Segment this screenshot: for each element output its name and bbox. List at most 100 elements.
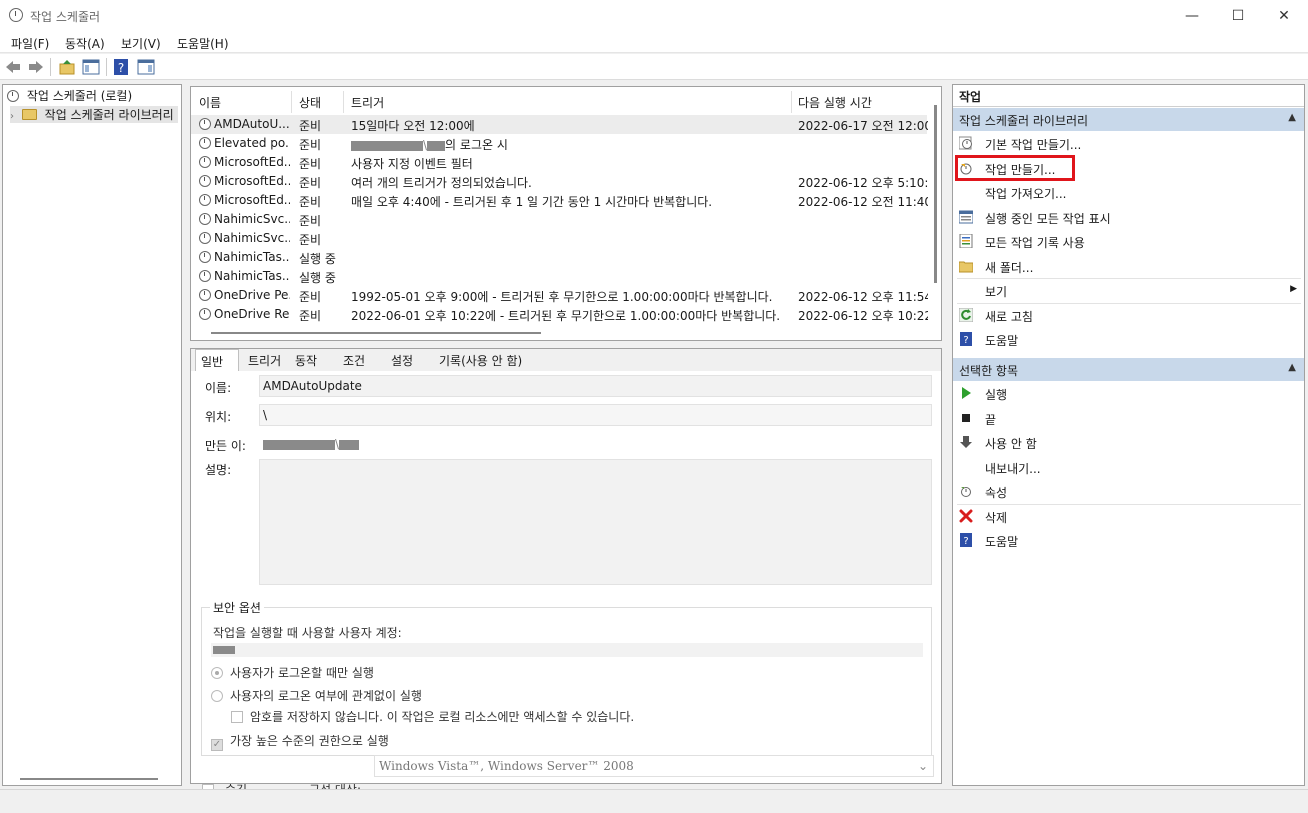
table-row[interactable]: MicrosoftEd... 준비 여러 개의 트리거가 정의되었습니다. 2022-… <box>191 172 928 191</box>
action-properties[interactable]: 속성 <box>957 481 1301 503</box>
close-button[interactable]: ✕ <box>1261 0 1307 31</box>
section-header-library[interactable]: 작업 스케줄러 라이브러리 ▲ <box>953 108 1304 131</box>
show-hide-console-tree-icon[interactable] <box>82 58 100 76</box>
radio-logon-any[interactable]: 사용자의 로그온 여부에 관계없이 실행 <box>211 687 422 704</box>
col-header-next-run[interactable]: 다음 실행 시간 <box>798 94 872 111</box>
collapse-triangle-icon[interactable]: ▲ <box>1288 112 1296 123</box>
tab-settings[interactable]: 설정 <box>391 352 413 371</box>
action-disable[interactable]: 사용 안 함 <box>957 432 1301 454</box>
action-item-3[interactable]: 내보내기... <box>957 457 1301 479</box>
folder-up-icon[interactable] <box>58 58 76 76</box>
tree-library-item[interactable]: › 작업 스케줄러 라이브러리 <box>10 106 178 123</box>
task-clock-icon <box>199 175 211 187</box>
action-basic-task[interactable]: 기본 작업 만들기... <box>957 133 1301 155</box>
minimize-button[interactable]: — <box>1169 0 1215 31</box>
menu-help[interactable]: 도움말(H) <box>177 35 229 52</box>
tree-root-item[interactable]: 작업 스케줄러 (로컬) <box>7 87 132 104</box>
help-toolbar-icon[interactable]: ? <box>112 58 130 76</box>
collapse-triangle-icon[interactable]: ▲ <box>1288 362 1296 373</box>
table-row[interactable]: AMDAutoU... 준비 15일마다 오전 12:00에 2022-06-17 오… <box>191 115 928 134</box>
action-run[interactable]: 실행 <box>957 383 1301 405</box>
refresh-icon <box>958 307 974 322</box>
show-hide-action-pane-icon[interactable] <box>137 58 155 76</box>
action-stop[interactable]: 끝 <box>957 408 1301 430</box>
table-row[interactable]: NahimicTas... 실행 중 <box>191 267 927 286</box>
table-row[interactable]: NahimicTas... 실행 중 <box>191 248 927 267</box>
col-header-status[interactable]: 상태 <box>299 94 321 111</box>
table-row[interactable]: NahimicSvc... 준비 <box>191 229 927 248</box>
tab-history[interactable]: 기록(사용 안 함) <box>439 352 522 371</box>
menu-view[interactable]: 보기(V) <box>121 35 161 52</box>
task-clock-icon <box>199 118 211 130</box>
radio-logon-only[interactable]: 사용자가 로그온할 때만 실행 <box>211 664 374 681</box>
chevron-right-icon[interactable]: › <box>10 111 14 122</box>
tab-actions[interactable]: 동작 <box>295 352 317 371</box>
checkbox-highest-privileges[interactable]: ✓ 가장 높은 수준의 권한으로 실행 <box>211 732 389 751</box>
menu-file[interactable]: 파일(F) <box>11 35 49 52</box>
forward-arrow-icon[interactable] <box>27 58 45 76</box>
list-header: 이름 상태 트리거 다음 실행 시간 <box>191 87 931 115</box>
location-field[interactable]: \ <box>259 404 932 426</box>
menu-action[interactable]: 동작(A) <box>65 35 105 52</box>
security-options-group: 보안 옵션 작업을 실행할 때 사용할 사용자 계정: 사용자가 로그온할 때만… <box>201 599 932 756</box>
cell-trigger: 2022-06-01 오후 10:22에 - 트리거된 후 무기한으로 1.00… <box>351 309 781 323</box>
radio-button[interactable] <box>211 690 223 702</box>
cell-name: OneDrive Pe... <box>214 288 290 302</box>
action-running-tasks[interactable]: 실행 중인 모든 작업 표시 <box>957 207 1301 229</box>
security-options-title: 보안 옵션 <box>210 599 264 616</box>
basic-task-icon <box>958 136 973 150</box>
task-detail-panel: 일반 트리거 동작 조건 설정 기록(사용 안 함) 이름: AMDAutoUp… <box>190 348 942 797</box>
table-row[interactable]: MicrosoftEd... 준비 매일 오후 4:40에 - 트리거된 후 1 일… <box>191 191 928 210</box>
radio-button-selected[interactable] <box>211 667 223 679</box>
cell-next-run: 2022-06-12 오후 5:10:2 <box>798 176 928 190</box>
cell-status: 준비 <box>299 233 322 247</box>
checkbox-no-password[interactable]: 암호를 저장하지 않습니다. 이 작업은 로컬 리소스에만 액세스할 수 있습니… <box>231 708 634 725</box>
tab-triggers[interactable]: 트리거 <box>248 352 281 371</box>
action-help[interactable]: ? 도움말 <box>957 329 1301 351</box>
svg-text:?: ? <box>118 61 124 75</box>
description-field[interactable] <box>259 459 932 585</box>
table-row[interactable]: NahimicSvc... 준비 <box>191 210 927 229</box>
cell-status: 준비 <box>299 157 322 171</box>
checkbox[interactable] <box>231 711 243 723</box>
author-field[interactable]: \ <box>259 433 932 455</box>
vertical-scrollbar[interactable] <box>934 105 937 283</box>
separator <box>957 503 1301 505</box>
table-row[interactable]: Elevated po... 준비 \ 의 로그온 시 <box>191 134 927 153</box>
back-arrow-icon[interactable] <box>4 58 22 76</box>
tab-conditions[interactable]: 조건 <box>343 352 365 371</box>
section-header-selected[interactable]: 선택한 항목 ▲ <box>953 358 1304 381</box>
task-list: 이름 상태 트리거 다음 실행 시간 AMDAutoU... 준비 15일마다 오전… <box>190 86 942 341</box>
col-header-trigger[interactable]: 트리거 <box>351 94 384 111</box>
action-item-6[interactable]: 보기 ▶ <box>957 280 1301 302</box>
configure-for-select[interactable]: Windows Vista™, Windows Server™ 2008 ⌄ <box>374 755 934 777</box>
col-header-name[interactable]: 이름 <box>199 94 221 111</box>
table-row[interactable]: OneDrive Re... 준비 2022-06-01 오후 10:22에 - 트… <box>191 305 928 324</box>
toolbar: ? <box>0 54 1308 80</box>
name-field[interactable]: AMDAutoUpdate <box>259 375 932 397</box>
action-refresh[interactable]: 새로 고침 <box>957 305 1301 327</box>
highlight-box <box>955 155 1075 181</box>
name-label: 이름: <box>205 381 232 395</box>
cell-next-run: 2022-06-12 오후 11:54 <box>798 290 928 304</box>
tree-library-label: 작업 스케줄러 라이브러리 <box>44 108 174 122</box>
menu-bar: 파일(F) 동작(A) 보기(V) 도움말(H) <box>0 31 1308 53</box>
cell-next-run: 2022-06-17 오전 12:00 <box>798 119 928 133</box>
tab-general[interactable]: 일반 <box>195 349 239 371</box>
stop-icon <box>959 411 973 425</box>
maximize-button[interactable]: ☐ <box>1215 0 1261 31</box>
account-field[interactable] <box>211 643 923 657</box>
table-row[interactable]: MicrosoftEd... 준비 사용자 지정 이벤트 필터 <box>191 153 927 172</box>
action-help[interactable]: ? 도움말 <box>957 530 1301 552</box>
table-row[interactable]: OneDrive Pe... 준비 1992-05-01 오후 9:00에 - 트리… <box>191 286 928 305</box>
checkbox-checked[interactable]: ✓ <box>211 739 223 751</box>
action-history[interactable]: 모든 작업 기록 사용 <box>957 231 1301 253</box>
action-folder[interactable]: 새 폴더... <box>957 256 1301 278</box>
run-icon <box>959 386 973 400</box>
action-delete[interactable]: 삭제 <box>957 506 1301 528</box>
action-item-2[interactable]: 작업 가져오기... <box>957 182 1301 204</box>
running-tasks-icon <box>958 210 974 224</box>
horizontal-scrollbar[interactable] <box>211 332 541 334</box>
cell-trigger: 1992-05-01 오후 9:00에 - 트리거된 후 무기한으로 1.00:… <box>351 290 773 304</box>
horizontal-scrollbar[interactable] <box>20 778 158 780</box>
